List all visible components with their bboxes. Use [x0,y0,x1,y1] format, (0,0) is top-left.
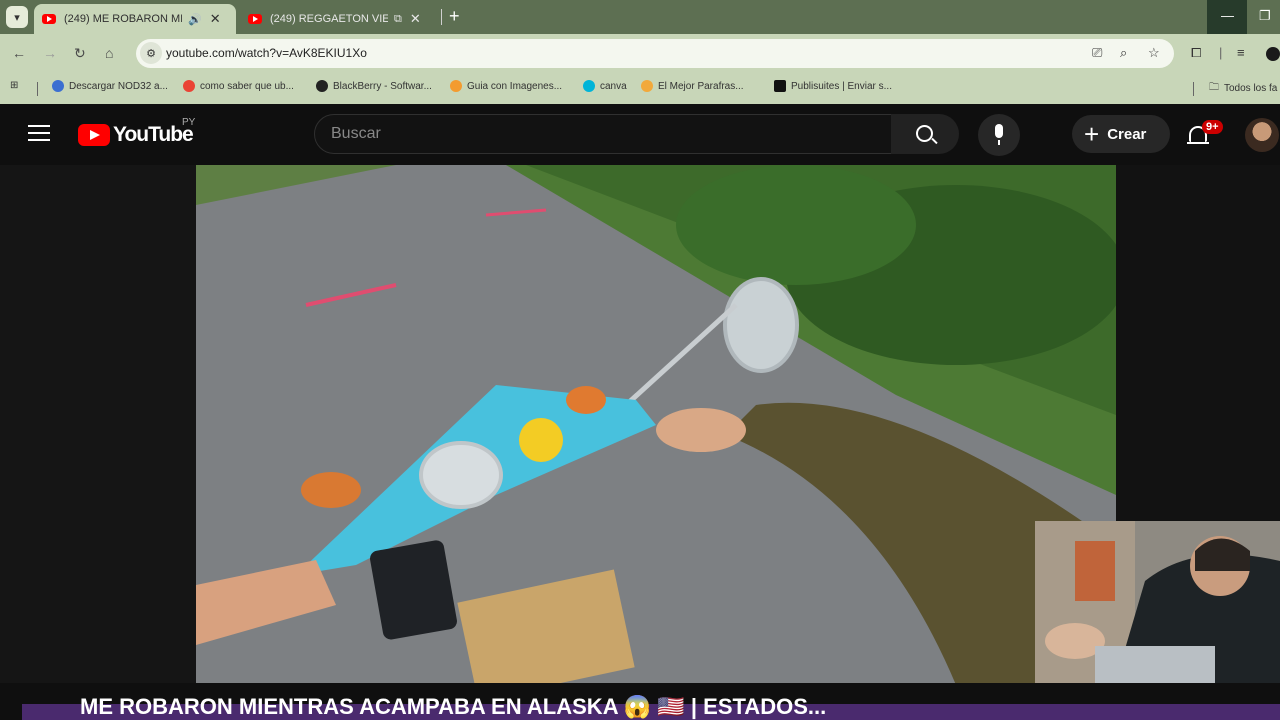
google-icon [183,80,195,92]
video-frame [196,165,1116,685]
bookmark-favicon-icon [774,80,786,92]
blackberry-icon [316,80,328,92]
bookmark-star-icon[interactable]: ☆ [1148,45,1160,61]
microphone-stand [998,140,1000,145]
picture-in-picture-icon[interactable]: ⧉ [394,13,402,26]
site-info-icon[interactable]: ⚙ [140,42,162,64]
reload-icon[interactable]: ↻ [74,45,86,62]
tab-inactive[interactable]: (249) REGGAETON VIEJO VS ⧉ ✕ [240,4,440,34]
restore-icon[interactable]: ❐ [1259,8,1271,24]
url-text[interactable]: youtube.com/watch?v=AvK8EKIU1Xo [166,46,367,60]
bookmark-item[interactable]: Guia con Imagenes... [450,80,562,92]
youtube-logo-icon[interactable] [78,124,110,146]
tab-title: (249) REGGAETON VIEJO VS [270,13,388,25]
bookmark-label: Descargar NOD32 a... [69,80,168,92]
bookmark-item[interactable]: Publisuites | Enviar s... [774,80,892,92]
forward-icon[interactable]: → [43,45,57,61]
bookmarks-bar: ⊞ Descargar NOD32 a... como saber que ub… [0,74,1280,104]
speaker-icon[interactable]: 🔊 [188,13,202,26]
bookmark-favicon-icon [641,80,653,92]
bookmark-item[interactable]: canva [583,80,627,92]
search-icon [916,125,933,142]
reading-list-icon[interactable]: ≡ [1237,45,1245,60]
bookmark-label: Todos los fa [1224,83,1278,94]
bookmark-label: Guia con Imagenes... [467,80,563,92]
youtube-favicon-icon [248,14,262,24]
tab-close-icon[interactable]: ✕ [410,11,421,27]
apps-grid-icon[interactable]: ⊞ [10,80,18,91]
home-icon[interactable]: ⌂ [105,45,113,61]
youtube-favicon-icon [42,14,56,24]
tab-search-button[interactable]: ▾ [6,6,28,28]
avatar[interactable] [1245,118,1279,152]
tab-divider [441,9,442,25]
tab-title: (249) ME ROBARON MIENTRAS [64,13,182,25]
youtube-header: YouTube PY + Crear 9+ [0,104,1280,165]
page-background-left [0,165,196,685]
back-icon[interactable]: ← [12,45,26,61]
zoom-icon[interactable]: ⌕ [1120,45,1127,61]
bookmark-item[interactable]: BlackBerry - Softwar... [316,80,432,92]
bookmark-label: canva [600,80,627,92]
tab-active[interactable]: (249) ME ROBARON MIENTRAS 🔊 ✕ [34,4,236,34]
create-button[interactable]: + Crear [1072,115,1170,153]
create-label: Crear [1107,125,1147,143]
bookmark-item[interactable]: El Mejor Parafras... [641,80,744,92]
bookmark-favicon-icon [52,80,64,92]
bookmark-label: BlackBerry - Softwar... [333,80,432,92]
bookmark-label: El Mejor Parafras... [658,80,744,92]
extensions-icon[interactable]: ⧠ [1191,45,1201,61]
video-title: ME ROBARON MIENTRAS ACAMPABA EN ALASKA 😱… [80,694,827,719]
canva-icon [583,80,595,92]
voice-search-button[interactable] [978,114,1020,156]
minimize-icon[interactable]: — [1221,8,1234,23]
bookmark-item[interactable]: Descargar NOD32 a... [52,80,168,92]
plus-icon: + [1084,119,1100,149]
microphone-icon [995,124,1003,138]
search-input[interactable] [331,125,871,143]
search-box [314,114,892,154]
search-button[interactable] [891,114,959,154]
folder-icon: 🗀 [1209,82,1219,93]
menu-icon[interactable] [28,125,50,143]
notification-badge: 9+ [1202,120,1223,134]
address-bar[interactable]: ⚙ youtube.com/watch?v=AvK8EKIU1Xo ⎚ ⌕ ☆ [136,39,1174,68]
picture-in-picture-video[interactable] [1035,521,1280,683]
browser-tabstrip: ▾ (249) ME ROBARON MIENTRAS 🔊 ✕ (249) RE… [0,0,1280,34]
page-background-right [1116,165,1280,521]
bookmark-label: como saber que ub... [200,80,294,92]
new-tab-icon[interactable]: + [449,6,460,27]
bookmark-label: Publisuites | Enviar s... [791,80,892,92]
all-bookmarks-folder[interactable]: 🗀 Todos los fa [1209,80,1277,97]
video-player[interactable] [196,165,1116,685]
bookmark-divider [1193,82,1194,96]
tab-close-icon[interactable]: ✕ [210,11,221,27]
country-code: PY [182,117,196,128]
browser-toolbar: ← → ↻ ⌂ ⚙ youtube.com/watch?v=AvK8EKIU1X… [0,34,1280,74]
bookmark-favicon-icon [450,80,462,92]
bookmark-item[interactable]: como saber que ub... [183,80,294,92]
profile-icon[interactable] [1266,47,1280,61]
install-app-icon[interactable]: ⎚ [1092,45,1102,61]
youtube-wordmark[interactable]: YouTube [113,123,194,147]
bookmark-divider [37,82,38,96]
pip-frame [1035,521,1280,683]
toolbar-divider: | [1219,45,1223,60]
